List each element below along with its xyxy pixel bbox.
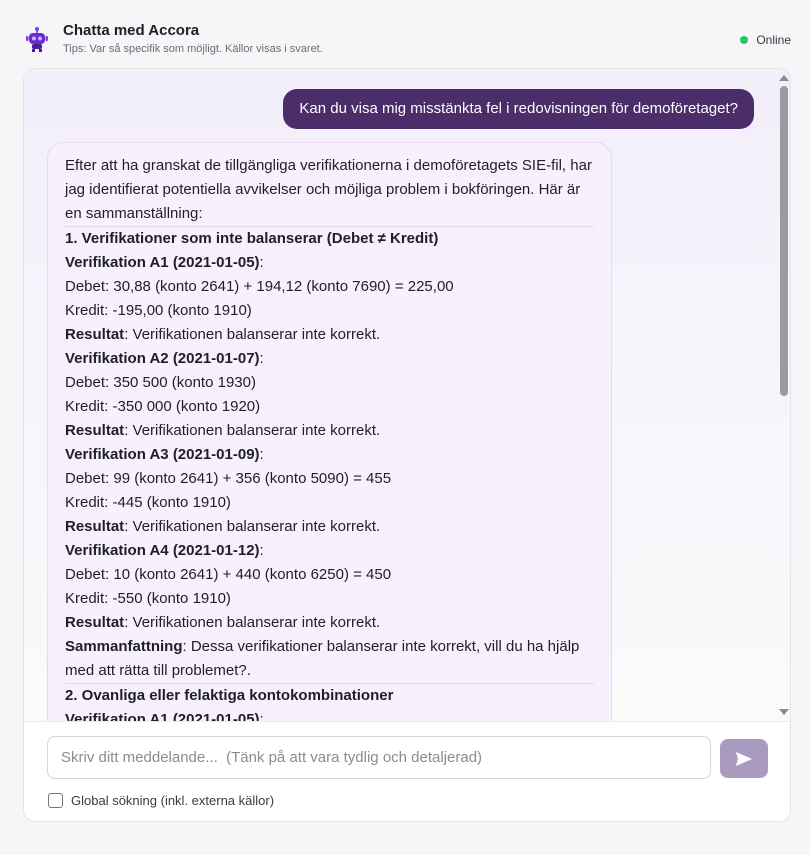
verification-title: Verifikation A1 (2021-01-05)	[65, 711, 260, 721]
result-text: : Verifikationen balanserar inte korrekt…	[124, 422, 381, 439]
verification-title: Verifikation A3 (2021-01-09)	[65, 446, 260, 463]
user-message: Kan du visa mig misstänkta fel i redovis…	[283, 89, 754, 129]
send-arrow-icon	[736, 751, 752, 766]
summary-label: Sammanfattning	[65, 638, 183, 655]
result-text: : Verifikationen balanserar inte korrekt…	[124, 614, 381, 631]
kredit-line: Kredit: -550 (konto 1910)	[65, 590, 231, 607]
send-button[interactable]	[720, 739, 768, 778]
verification-block: Verifikation A2 (2021-01-07): Debet: 350…	[65, 347, 594, 443]
verification-block: Verifikation A3 (2021-01-09): Debet: 99 …	[65, 443, 594, 539]
global-search-toggle[interactable]: Global sökning (inkl. externa källor)	[48, 793, 274, 808]
composer: Global sökning (inkl. externa källor)	[24, 721, 790, 821]
section-title: 2. Ovanliga eller felaktiga kontokombina…	[65, 687, 394, 704]
result-label: Resultat	[65, 518, 125, 535]
kredit-line: Kredit: -445 (konto 1910)	[65, 494, 231, 511]
scroll-thumb[interactable]	[780, 86, 788, 396]
online-dot-icon	[740, 36, 749, 44]
assistant-message: Efter att ha granskat de tillgängliga ve…	[47, 142, 612, 721]
chat-subtitle: Tips: Var så specifik som möjligt. Källo…	[63, 43, 323, 55]
verification-block: Verifikation A1 (2021-01-05): Debet: 30,…	[65, 251, 594, 347]
global-search-checkbox[interactable]	[48, 793, 63, 808]
kredit-line: Kredit: -195,00 (konto 1910)	[65, 302, 252, 319]
verification-block: Verifikation A4 (2021-01-12): Debet: 10 …	[65, 539, 594, 635]
verification-title: Verifikation A1 (2021-01-05)	[65, 254, 260, 271]
verification-title: Verifikation A2 (2021-01-07)	[65, 350, 260, 367]
result-label: Resultat	[65, 614, 125, 631]
kredit-line: Kredit: -350 000 (konto 1920)	[65, 398, 261, 415]
message-input[interactable]	[47, 736, 711, 779]
robot-icon	[26, 27, 48, 52]
summary: Sammanfattning: Dessa verifikationer bal…	[65, 635, 594, 683]
chat-title: Chatta med Accora	[63, 22, 200, 39]
result-label: Resultat	[65, 326, 125, 343]
section-title: 1. Verifikationer som inte balanserar (D…	[65, 230, 439, 247]
status-indicator: Online	[740, 33, 791, 47]
verification-title: Verifikation A4 (2021-01-12)	[65, 542, 260, 559]
scrollbar[interactable]	[776, 69, 790, 721]
scroll-down-arrow-icon[interactable]	[779, 709, 789, 715]
chat-header: Chatta med Accora Tips: Var så specifik …	[0, 0, 810, 68]
message-list[interactable]: Kan du visa mig misstänkta fel i redovis…	[24, 69, 790, 721]
debet-line: Debet: 30,88 (konto 2641) + 194,12 (kont…	[65, 278, 454, 295]
debet-line: Debet: 10 (konto 2641) + 440 (konto 6250…	[65, 566, 392, 583]
result-text: : Verifikationen balanserar inte korrekt…	[124, 518, 381, 535]
result-label: Resultat	[65, 422, 125, 439]
scroll-up-arrow-icon[interactable]	[779, 75, 789, 81]
assistant-intro: Efter att ha granskat de tillgängliga ve…	[65, 157, 592, 222]
result-text: : Verifikationen balanserar inte korrekt…	[124, 326, 381, 343]
debet-line: Debet: 99 (konto 2641) + 356 (konto 5090…	[65, 470, 392, 487]
global-search-label: Global sökning (inkl. externa källor)	[71, 793, 275, 808]
chat-card: Kan du visa mig misstänkta fel i redovis…	[23, 68, 791, 822]
debet-line: Debet: 350 500 (konto 1930)	[65, 374, 256, 391]
status-label: Online	[756, 33, 791, 47]
